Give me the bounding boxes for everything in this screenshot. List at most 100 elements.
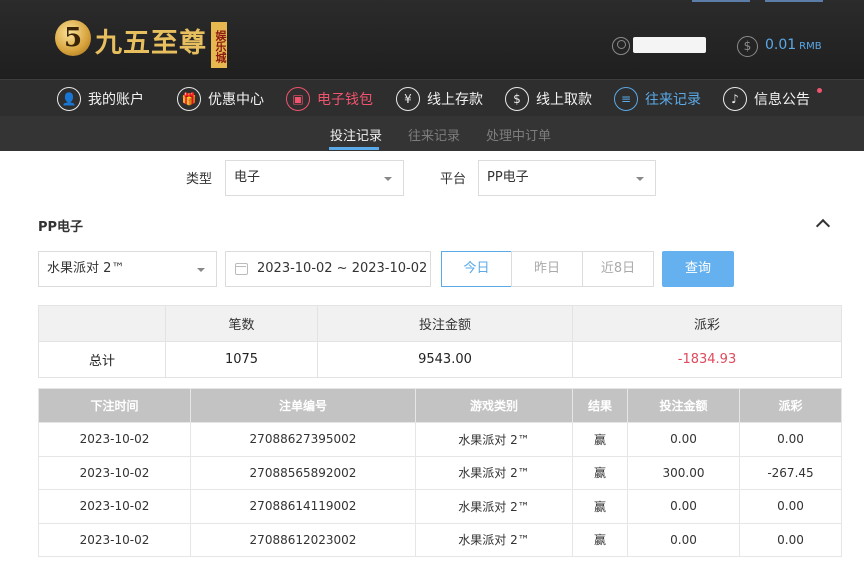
cell-payout: 0.00 bbox=[739, 422, 842, 457]
cell-game: 水果派对 2™ bbox=[415, 422, 573, 457]
game-select[interactable]: 水果派对 2™ bbox=[38, 251, 217, 287]
summary-bet-amount: 9543.00 bbox=[317, 341, 573, 378]
cell-result: 赢 bbox=[572, 422, 628, 457]
cell-game: 水果派对 2™ bbox=[415, 489, 573, 524]
nav-label: 线上存款 bbox=[427, 92, 483, 108]
withdraw-icon: $ bbox=[505, 87, 529, 111]
nav-promotions[interactable]: 🎁 优惠中心 bbox=[177, 86, 264, 112]
cell-id: 27088565892002 bbox=[190, 455, 416, 490]
nav-e-wallet[interactable]: ▣ 电子钱包 bbox=[286, 86, 373, 112]
cell-bet: 0.00 bbox=[627, 522, 740, 557]
date-range-value: 2023-10-02 ~ 2023-10-02 bbox=[257, 261, 428, 276]
type-label: 类型 bbox=[186, 172, 213, 187]
summary-header-payout: 派彩 bbox=[572, 305, 842, 342]
cell-game: 水果派对 2™ bbox=[415, 522, 573, 557]
nav-transaction-records[interactable]: ≡ 往来记录 bbox=[614, 86, 701, 112]
header-result[interactable]: 结果 bbox=[572, 388, 628, 423]
section-title: PP电子 bbox=[38, 220, 84, 235]
chevron-up-icon[interactable] bbox=[816, 217, 830, 231]
cell-payout: 0.00 bbox=[739, 522, 842, 557]
active-tab-indicator bbox=[329, 147, 379, 150]
summary-total-row: 总计 1075 9543.00 -1834.93 bbox=[38, 341, 842, 378]
cell-id: 27088627395002 bbox=[190, 422, 416, 457]
cell-time: 2023-10-02 bbox=[38, 422, 191, 457]
dollar-coin-icon: $ bbox=[737, 36, 758, 57]
summary-count: 1075 bbox=[165, 341, 318, 378]
table-row[interactable]: 2023-10-02 27088614119002 水果派对 2™ 赢 0.00… bbox=[38, 489, 842, 524]
summary-payout: -1834.93 bbox=[572, 341, 842, 378]
platform-label: 平台 bbox=[440, 172, 467, 187]
summary-header-count: 笔数 bbox=[165, 305, 318, 342]
logo-coin-icon: 5 bbox=[55, 20, 91, 56]
summary-table: 笔数 投注金额 派彩 总计 1075 9543.00 -1834.93 bbox=[38, 305, 842, 378]
summary-header-row: 笔数 投注金额 派彩 bbox=[38, 305, 842, 342]
header-payout[interactable]: 派彩 bbox=[739, 388, 842, 423]
user-icon: 👤 bbox=[57, 87, 81, 111]
cell-time: 2023-10-02 bbox=[38, 522, 191, 557]
nav-deposit[interactable]: ¥ 线上存款 bbox=[396, 86, 483, 112]
brand-name: 九五至尊 bbox=[95, 28, 207, 59]
tab-transactions[interactable]: 往来记录 bbox=[408, 125, 460, 144]
top-link-b[interactable] bbox=[765, 0, 823, 2]
nav-label: 我的账户 bbox=[88, 92, 144, 108]
date-range-picker[interactable]: 2023-10-02 ~ 2023-10-02 bbox=[225, 251, 431, 287]
table-row[interactable]: 2023-10-02 27088565892002 水果派对 2™ 赢 300.… bbox=[38, 455, 842, 490]
nav-withdraw[interactable]: $ 线上取款 bbox=[505, 86, 592, 112]
nav-my-account[interactable]: 👤 我的账户 bbox=[57, 86, 144, 112]
range-yesterday-button[interactable]: 昨日 bbox=[511, 251, 583, 287]
bet-records-table: 下注时间 注单编号 游戏类别 结果 投注金额 派彩 2023-10-02 270… bbox=[38, 388, 842, 557]
nav-label: 往来记录 bbox=[645, 92, 701, 108]
query-button[interactable]: 查询 bbox=[662, 251, 734, 287]
cell-game: 水果派对 2™ bbox=[415, 455, 573, 490]
site-logo[interactable]: 5 九五至尊 娱乐城 bbox=[55, 20, 227, 70]
account-balance: 0.01 RMB bbox=[765, 37, 822, 53]
header-game-type[interactable]: 游戏类别 bbox=[415, 388, 573, 423]
nav-label: 优惠中心 bbox=[208, 92, 264, 108]
platform-select[interactable]: PP电子 bbox=[478, 160, 656, 196]
top-link-a[interactable] bbox=[692, 0, 750, 2]
header-bet-time[interactable]: 下注时间 bbox=[38, 388, 191, 423]
cell-id: 27088612023002 bbox=[190, 522, 416, 557]
type-select[interactable]: 电子 bbox=[225, 160, 404, 196]
range-last8days-button[interactable]: 近8日 bbox=[582, 251, 654, 287]
record-icon: ≡ bbox=[614, 87, 638, 111]
cell-result: 赢 bbox=[572, 522, 628, 557]
table-row[interactable]: 2023-10-02 27088627395002 水果派对 2™ 赢 0.00… bbox=[38, 422, 842, 457]
cell-bet: 0.00 bbox=[627, 422, 740, 457]
deposit-icon: ¥ bbox=[396, 87, 420, 111]
wallet-icon: ▣ bbox=[286, 87, 310, 111]
range-today-button[interactable]: 今日 bbox=[441, 251, 512, 287]
site-header: 5 九五至尊 娱乐城 $ 0.01 RMB bbox=[0, 0, 864, 79]
summary-header-bet: 投注金额 bbox=[317, 305, 573, 342]
cell-bet: 0.00 bbox=[627, 489, 740, 524]
nav-label: 电子钱包 bbox=[317, 92, 373, 108]
cell-id: 27088614119002 bbox=[190, 489, 416, 524]
user-avatar-icon bbox=[612, 37, 630, 55]
calendar-icon bbox=[235, 263, 248, 275]
sub-nav: 投注记录 往来记录 处理中订单 bbox=[0, 116, 864, 151]
header-bet-id[interactable]: 注单编号 bbox=[190, 388, 416, 423]
notification-dot bbox=[817, 88, 822, 93]
cell-time: 2023-10-02 bbox=[38, 489, 191, 524]
cell-time: 2023-10-02 bbox=[38, 455, 191, 490]
cell-payout: 0.00 bbox=[739, 489, 842, 524]
balance-value: 0.01 bbox=[765, 37, 797, 53]
cell-result: 赢 bbox=[572, 455, 628, 490]
nav-label: 信息公告 bbox=[754, 92, 810, 108]
bell-icon: ♪ bbox=[723, 87, 747, 111]
nav-label: 线上取款 bbox=[536, 92, 592, 108]
main-nav: 👤 我的账户 🎁 优惠中心 ▣ 电子钱包 ¥ 线上存款 $ 线上取款 ≡ 往来记… bbox=[0, 79, 864, 116]
tab-pending-orders[interactable]: 处理中订单 bbox=[486, 125, 551, 144]
nav-announcements[interactable]: ♪ 信息公告 bbox=[723, 86, 810, 112]
cell-result: 赢 bbox=[572, 489, 628, 524]
gift-icon: 🎁 bbox=[177, 87, 201, 111]
records-header-row: 下注时间 注单编号 游戏类别 结果 投注金额 派彩 bbox=[38, 388, 842, 423]
balance-currency: RMB bbox=[799, 41, 822, 52]
cell-bet: 300.00 bbox=[627, 455, 740, 490]
cell-payout: -267.45 bbox=[739, 455, 842, 490]
table-row[interactable]: 2023-10-02 27088612023002 水果派对 2™ 赢 0.00… bbox=[38, 522, 842, 557]
brand-tag: 娱乐城 bbox=[211, 22, 227, 68]
tab-bet-records[interactable]: 投注记录 bbox=[330, 125, 382, 144]
header-bet-amount[interactable]: 投注金额 bbox=[627, 388, 740, 423]
username-masked bbox=[633, 37, 706, 53]
